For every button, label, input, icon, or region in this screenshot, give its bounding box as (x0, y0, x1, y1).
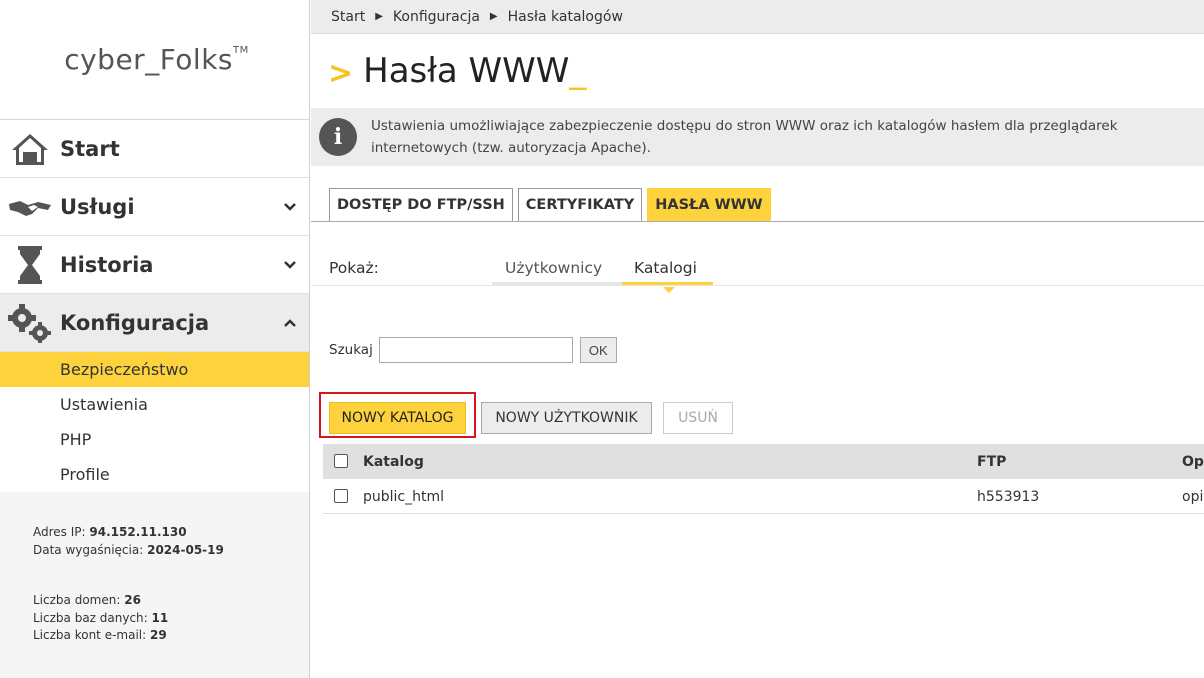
breadcrumb: Start ▶ Konfiguracja ▶ Hasła katalogów (311, 0, 1204, 34)
tab-www-passwords[interactable]: HASŁA WWW (647, 188, 771, 221)
info-box: i Ustawienia umożliwiające zabezpieczeni… (311, 108, 1204, 166)
nav-label-config: Konfiguracja (60, 310, 210, 335)
breadcrumb-config[interactable]: Konfiguracja (393, 9, 480, 25)
info-icon: i (319, 118, 357, 156)
ip-value: 94.152.11.130 (89, 525, 187, 539)
search-ok-button[interactable]: OK (579, 337, 617, 363)
chevron-down-icon (284, 261, 296, 269)
breadcrumb-start[interactable]: Start (331, 9, 365, 25)
domains-line: Liczba domen: 26 (33, 592, 309, 610)
nav-item-start[interactable]: Start (0, 120, 309, 178)
home-icon (6, 129, 54, 169)
row-options[interactable]: opi (1182, 489, 1203, 505)
page-title: Hasła WWW (363, 51, 570, 91)
domains-value: 26 (124, 593, 141, 607)
caret-down-icon (663, 287, 675, 293)
new-catalog-button[interactable]: NOWY KATALOG (329, 402, 466, 434)
header-ftp[interactable]: FTP (977, 454, 1006, 470)
sidebar: cyber_FolksTM Start Usługi Historia Konf… (0, 0, 310, 678)
search-input[interactable] (378, 337, 573, 363)
search-label: Szukaj (329, 342, 373, 358)
ip-line: Adres IP: 94.152.11.130 (33, 524, 309, 542)
logo-area: cyber_FolksTM (0, 0, 309, 120)
emails-value: 29 (149, 628, 167, 642)
page-title-row: > Hasła WWW _ (311, 34, 1204, 108)
users-underline (492, 282, 622, 285)
expiry-label: Data wygaśnięcia: (33, 542, 144, 557)
nav-label-services: Usługi (60, 194, 135, 219)
logo-tm: TM (233, 44, 249, 56)
gears-icon (6, 303, 54, 343)
databases-line: Liczba baz danych: 11 (33, 610, 309, 628)
show-label: Pokaż: (329, 259, 379, 277)
main-content: Start ▶ Konfiguracja ▶ Hasła katalogów >… (311, 0, 1204, 678)
subnav-item-security[interactable]: Bezpieczeństwo (0, 352, 309, 387)
ip-label: Adres IP: (33, 525, 86, 539)
chevron-right-icon: ▶ (489, 11, 498, 22)
nav-label-history: Historia (60, 252, 154, 277)
nav-label-start: Start (60, 136, 120, 161)
logo[interactable]: cyber_FolksTM (60, 43, 249, 76)
catalog-table: Katalog FTP Op public_html h553913 opi (323, 444, 1204, 514)
subnav-item-php[interactable]: PHP (0, 422, 309, 457)
handshake-icon (6, 187, 54, 227)
tab-certificates[interactable]: CERTYFIKATY (517, 188, 643, 221)
emails-label: Liczba kont e-mail: (33, 628, 147, 642)
tabs: DOSTĘP DO FTP/SSH CERTYFIKATY HASŁA WWW (311, 188, 1204, 222)
tab-ftp-ssh[interactable]: DOSTĘP DO FTP/SSH (329, 188, 513, 221)
title-arrow: > (328, 55, 354, 91)
chevron-down-icon (284, 203, 296, 211)
show-users-option[interactable]: Użytkownicy (505, 259, 602, 277)
account-info: Adres IP: 94.152.11.130 Data wygaśnięcia… (0, 492, 309, 645)
domains-label: Liczba domen: (33, 593, 121, 607)
row-catalog: public_html (363, 489, 445, 505)
subnav-item-profiles[interactable]: Profile (0, 457, 309, 492)
breadcrumb-current: Hasła katalogów (507, 8, 623, 25)
header-options: Op (1182, 454, 1204, 470)
chevron-right-icon: ▶ (375, 11, 383, 22)
table-row: public_html h553913 opi (323, 479, 1204, 514)
nav-item-history[interactable]: Historia (0, 236, 309, 294)
delete-button[interactable]: USUŃ (663, 402, 733, 434)
select-all-checkbox[interactable] (334, 454, 348, 468)
logo-text: cyber_Folks (64, 43, 234, 76)
config-subnav: Bezpieczeństwo Ustawienia PHP Profile (0, 352, 309, 492)
search-row: Szukaj OK (329, 337, 617, 363)
nav-item-config[interactable]: Konfiguracja (0, 294, 309, 352)
subnav-item-settings[interactable]: Ustawienia (0, 387, 309, 422)
row-ftp: h553913 (977, 489, 1040, 505)
expiry-value: 2024-05-19 (147, 542, 224, 557)
title-cursor: _ (569, 51, 587, 91)
nav-item-services[interactable]: Usługi (0, 178, 309, 236)
header-catalog[interactable]: Katalog (363, 454, 424, 470)
databases-value: 11 (151, 610, 169, 625)
show-catalogs-option[interactable]: Katalogi (634, 259, 697, 277)
catalogs-underline (622, 282, 713, 285)
expiry-line: Data wygaśnięcia: 2024-05-19 (33, 542, 309, 560)
info-text: Ustawienia umożliwiające zabezpieczenie … (371, 118, 1118, 156)
table-header: Katalog FTP Op (323, 444, 1204, 479)
new-user-button[interactable]: NOWY UŻYTKOWNIK (481, 402, 652, 434)
row-checkbox[interactable] (334, 489, 348, 503)
databases-label: Liczba baz danych: (33, 610, 148, 625)
chevron-up-icon (284, 319, 296, 327)
show-filter: Pokaż: Użytkownicy Katalogi (311, 222, 1204, 293)
hourglass-icon (6, 245, 54, 285)
emails-line: Liczba kont e-mail: 29 (33, 627, 309, 645)
